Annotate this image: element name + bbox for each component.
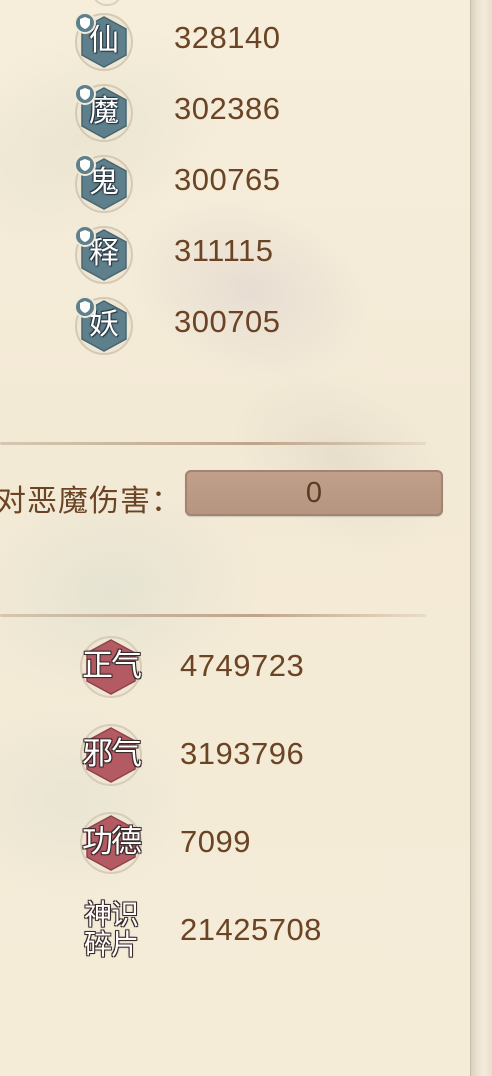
resist-value: 300765 (174, 162, 281, 197)
resist-value: 328140 (174, 20, 281, 55)
section-divider (0, 442, 426, 445)
currency-value: 21425708 (180, 912, 322, 947)
hexagon-icon: 妖 (74, 296, 134, 356)
currency-value: 4749723 (180, 648, 305, 683)
resist-row-shi: 释 311115 (0, 225, 460, 285)
demon-damage-value: 0 (305, 477, 323, 509)
shield-icon (74, 296, 96, 318)
resist-row-mo: 魔 302386 (0, 83, 460, 143)
hexagon-icon: 鬼 (74, 154, 134, 214)
hexagon-icon: 功德 (78, 810, 144, 876)
currency-name: 神识 碎片 (78, 900, 144, 966)
hexagon-icon: 仙 (74, 12, 134, 72)
panel-right-border (470, 0, 492, 1076)
resist-value: 300705 (174, 304, 281, 339)
hexagon-icon: 正气 (78, 634, 144, 700)
shield-icon (74, 12, 96, 34)
currency-name-line1: 神识 (83, 898, 139, 931)
hexagon-icon: 魔 (74, 83, 134, 143)
currency-name: 邪气 (82, 736, 142, 772)
demon-damage-label: 对恶魔伤害： (0, 484, 182, 519)
resist-row-yao: 妖 300705 (0, 296, 460, 356)
currency-name: 功德 (82, 824, 142, 860)
section-divider (0, 614, 426, 617)
currency-value: 7099 (180, 824, 251, 859)
shield-icon (74, 83, 96, 105)
currency-name-line2: 碎片 (83, 928, 139, 961)
currency-value: 3193796 (180, 736, 305, 771)
currency-name: 正气 (82, 648, 142, 684)
resist-row-gui: 鬼 300765 (0, 154, 460, 214)
currency-row-shenshi-suipian: 神识 碎片 21425708 (0, 898, 460, 968)
shield-icon (74, 154, 96, 176)
attribute-panel: 仙 328140 魔 302386 鬼 300765 释 311115 妖 30… (0, 0, 470, 1076)
shield-icon (74, 225, 96, 247)
currency-row-gongde: 功德 7099 (0, 810, 460, 880)
currency-row-xieqi: 邪气 3193796 (0, 722, 460, 792)
hexagon-icon: 邪气 (78, 722, 144, 788)
resist-row-xian: 仙 328140 (0, 12, 460, 72)
demon-damage-field: 0 (185, 470, 443, 516)
resist-value: 302386 (174, 91, 281, 126)
currency-row-zhengqi: 正气 4749723 (0, 634, 460, 704)
shard-icon: 神识 碎片 (78, 898, 144, 964)
background-flower-decoration (196, 330, 470, 590)
hexagon-icon: 释 (74, 225, 134, 285)
resist-value: 311115 (174, 233, 274, 268)
top-scroll-nub (92, 0, 122, 6)
